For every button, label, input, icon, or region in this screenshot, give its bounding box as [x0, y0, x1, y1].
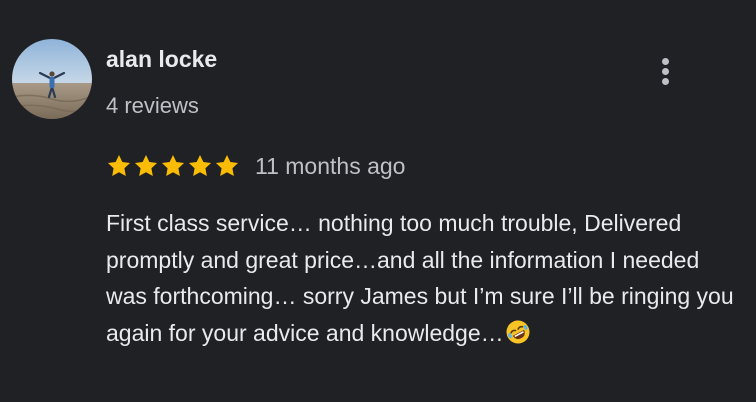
reviewer-review-count: 4 reviews [106, 93, 199, 118]
review-body: First class service… nothing too much tr… [106, 210, 734, 346]
review-date: 11 months ago [255, 153, 406, 179]
review-card: alan locke 4 reviews 11 months ago First… [0, 0, 756, 402]
more-vert-icon [662, 58, 669, 65]
rating-row: 11 months ago [106, 150, 405, 182]
rolling-on-floor-laughing-emoji-icon [506, 320, 530, 343]
more-options-button[interactable] [650, 52, 682, 90]
star-icon [161, 154, 185, 176]
review-text: First class service… nothing too much tr… [106, 205, 746, 351]
more-vert-icon-dot [662, 68, 669, 75]
star-icon [134, 154, 158, 176]
reviewer-avatar[interactable] [12, 39, 92, 119]
star-rating [106, 153, 241, 179]
star-icon [215, 154, 239, 176]
more-vert-icon-dot [662, 78, 669, 85]
star-icon [188, 154, 212, 176]
star-icon [107, 154, 131, 176]
reviewer-name[interactable]: alan locke [106, 44, 217, 74]
profile-photo-icon [12, 39, 92, 119]
